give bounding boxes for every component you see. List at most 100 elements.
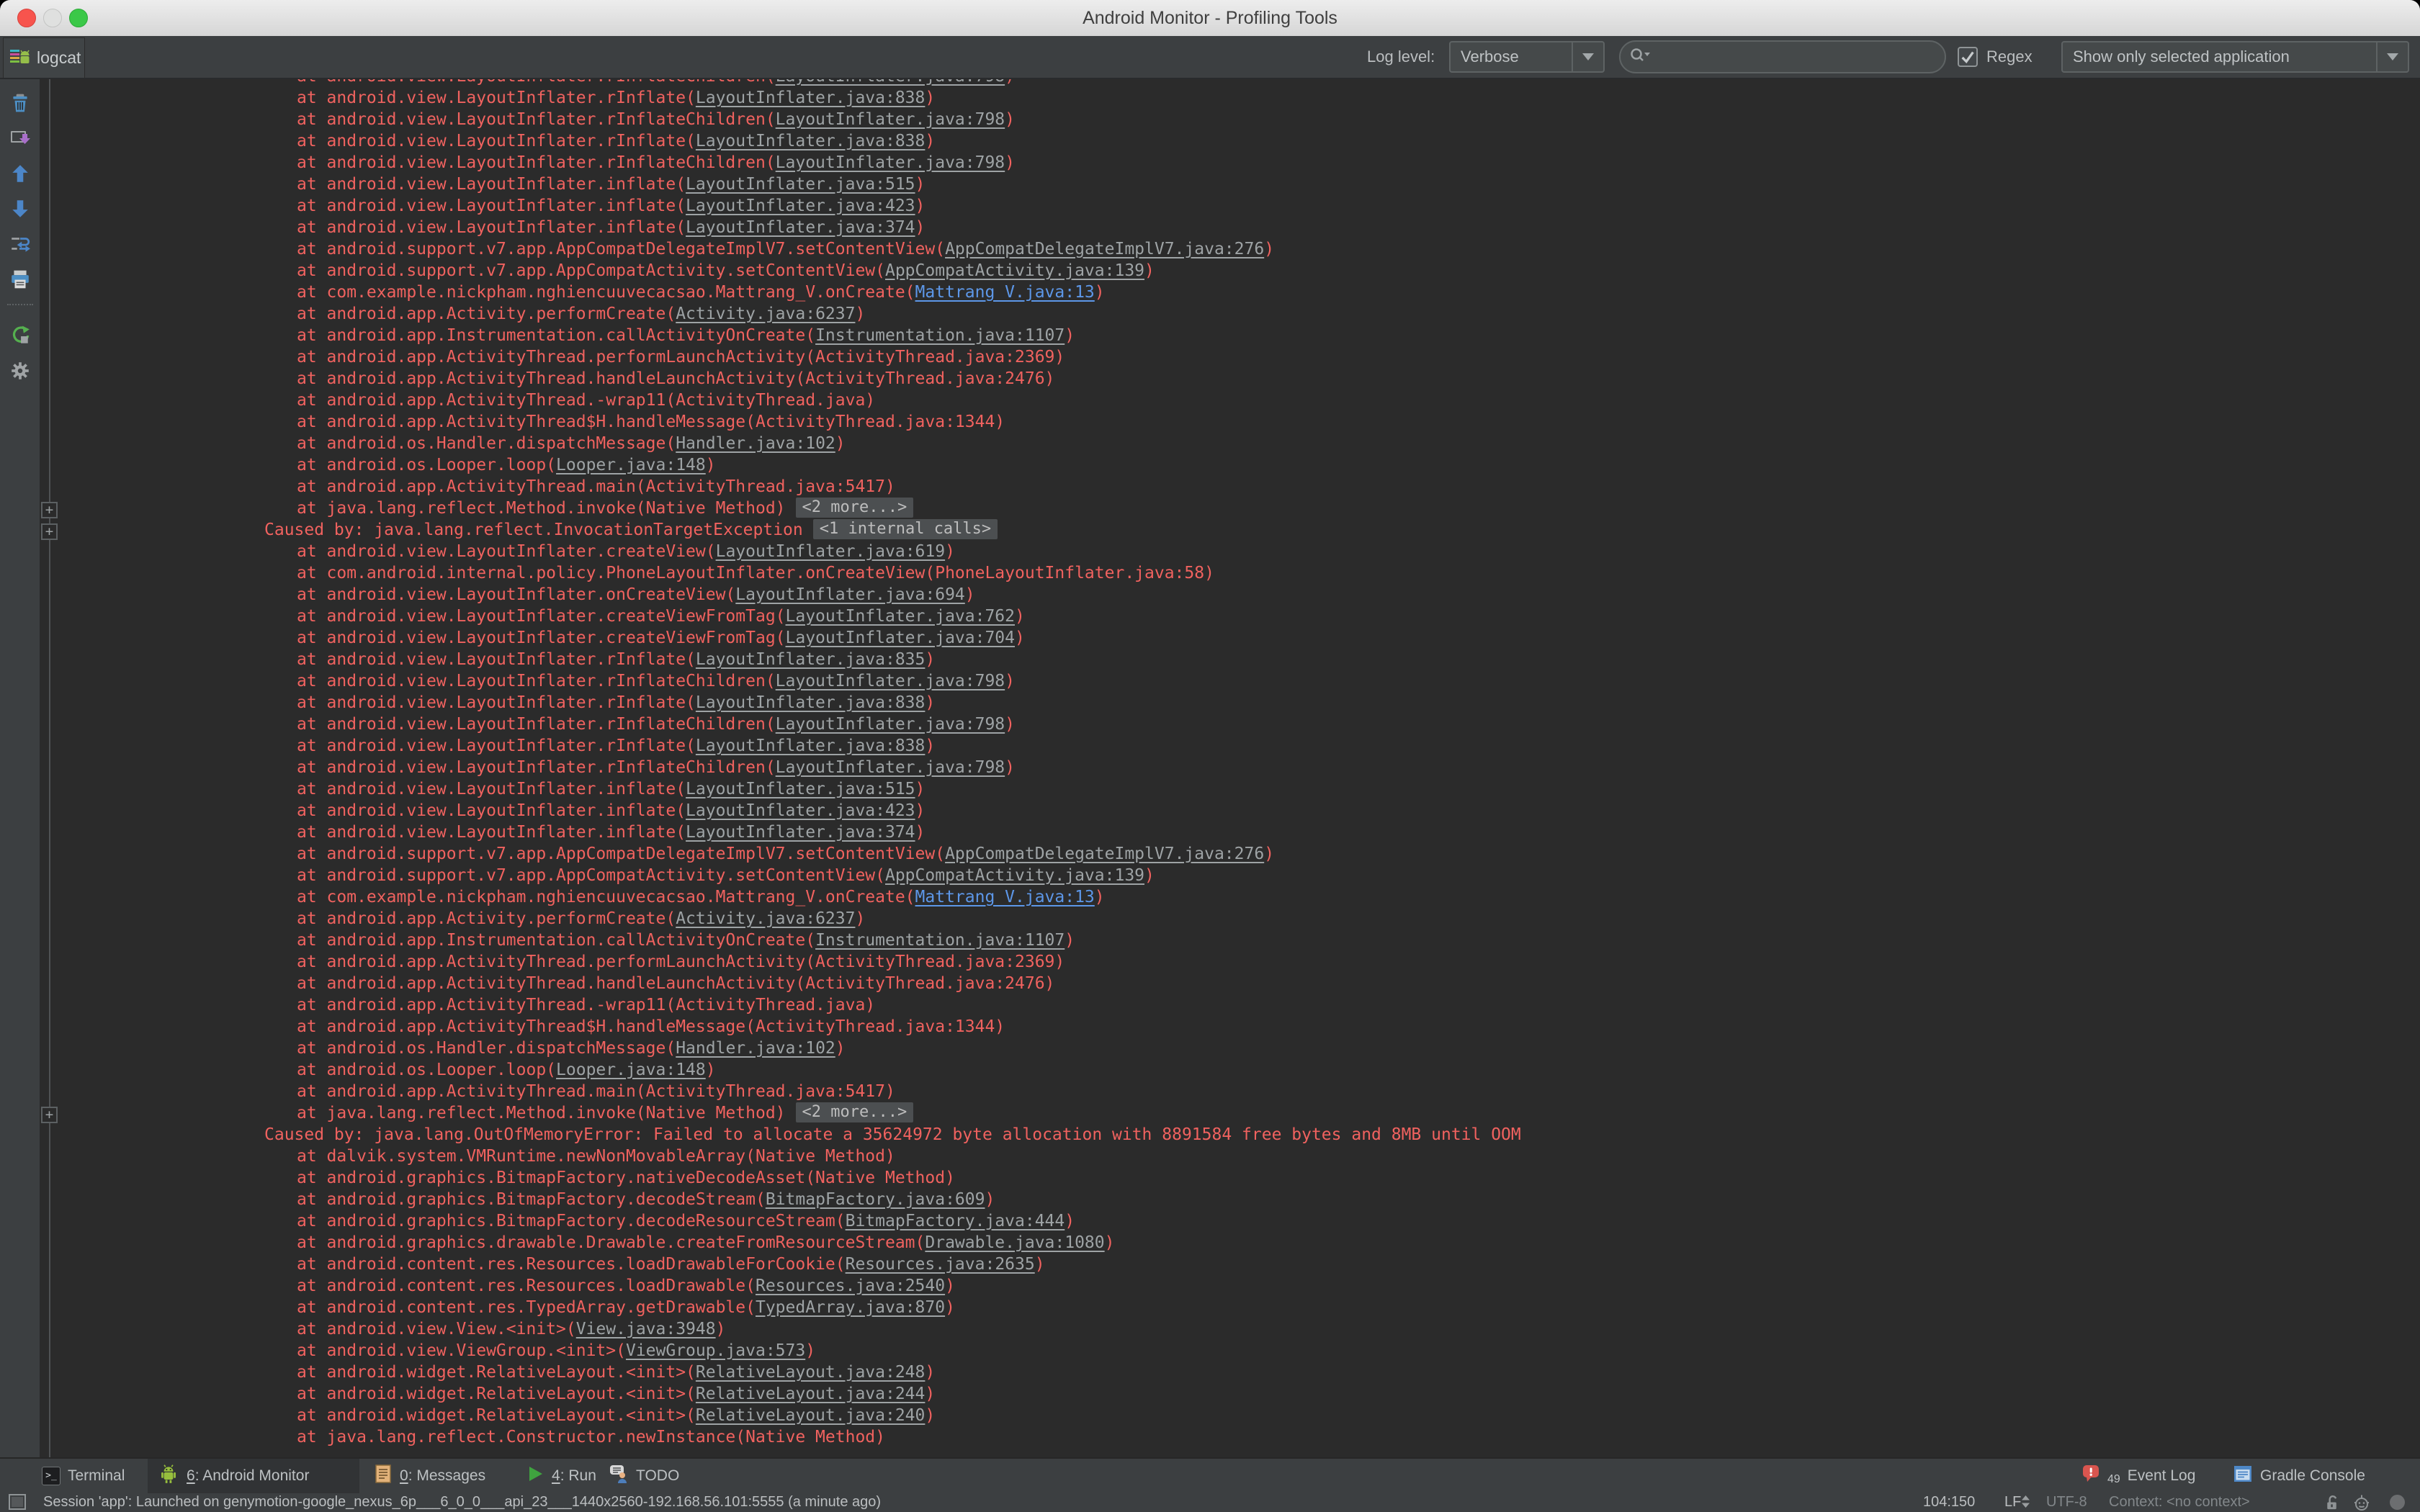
source-link[interactable]: RelativeLayout.java:244 [696, 1385, 926, 1403]
source-link[interactable]: LayoutInflater.java:838 [696, 132, 926, 150]
folded-frames-chip[interactable]: <1 internal calls> [813, 519, 998, 539]
logcat-output-area[interactable]: at android.view.LayoutInflater.rInflateC… [40, 79, 2420, 1457]
clear-logcat-trash-icon[interactable] [8, 91, 32, 115]
lock-open-icon[interactable] [2323, 1494, 2341, 1512]
source-link[interactable]: LayoutInflater.java:835 [696, 650, 926, 669]
logcat-filter-value: Show only selected application [2063, 42, 2376, 71]
folded-frames-chip[interactable]: <2 more...> [796, 498, 914, 518]
source-link[interactable]: Instrumentation.java:1107 [815, 931, 1065, 950]
source-link[interactable]: AppCompatActivity.java:139 [885, 866, 1144, 885]
source-link[interactable]: TypedArray.java:870 [756, 1298, 945, 1317]
fold-expand-marker[interactable]: + [41, 523, 58, 540]
context-indicator[interactable]: Context: <no context> [2109, 1493, 2250, 1512]
source-link[interactable]: Activity.java:6237 [676, 909, 855, 928]
source-link[interactable]: LayoutInflater.java:515 [686, 780, 915, 798]
source-link[interactable]: LayoutInflater.java:798 [776, 672, 1005, 690]
scroll-down-icon[interactable] [8, 197, 32, 221]
source-link[interactable]: Handler.java:102 [676, 1039, 835, 1058]
source-link[interactable]: RelativeLayout.java:248 [696, 1363, 926, 1382]
source-link[interactable]: Resources.java:2540 [756, 1277, 945, 1295]
event-log-label: Event Log [2128, 1467, 2196, 1485]
source-link[interactable]: Looper.java:148 [556, 1061, 706, 1079]
source-link[interactable]: ViewGroup.java:573 [626, 1341, 805, 1360]
source-link[interactable]: Looper.java:148 [556, 456, 706, 474]
source-link[interactable]: View.java:3948 [576, 1320, 716, 1338]
log-level-label: Log level: [1367, 36, 1435, 78]
file-encoding[interactable]: UTF-8 [2046, 1493, 2087, 1512]
source-link[interactable]: LayoutInflater.java:619 [716, 542, 946, 561]
source-link[interactable]: LayoutInflater.java:798 [776, 758, 1005, 777]
source-link[interactable]: AppCompatDelegateImplV7.java:276 [945, 240, 1264, 258]
log-line: at android.support.v7.app.AppCompatDeleg… [40, 238, 2420, 260]
source-link[interactable]: Instrumentation.java:1107 [815, 326, 1065, 345]
source-link[interactable]: LayoutInflater.java:838 [696, 737, 926, 755]
regex-checkbox[interactable] [1958, 47, 1978, 67]
source-link[interactable]: AppCompatDelegateImplV7.java:276 [945, 845, 1264, 863]
source-link-user-code[interactable]: Mattrang_V.java:13 [915, 283, 1095, 302]
source-link-user-code[interactable]: Mattrang_V.java:13 [915, 888, 1095, 906]
caret-position[interactable]: 104:150 [1923, 1493, 1975, 1512]
toolwindow-gradle-console[interactable]: Gradle Console [2223, 1459, 2375, 1493]
search-input[interactable] [1652, 41, 1945, 73]
toolwindow-messages[interactable]: 0: Messages [364, 1459, 496, 1493]
logcat-search-field[interactable] [1619, 40, 1946, 73]
log-line: Caused by: java.lang.OutOfMemoryError: F… [40, 1124, 2420, 1146]
tab-logcat[interactable]: logcat [3, 37, 85, 78]
terminal-icon: >_ [42, 1467, 60, 1485]
fold-expand-marker[interactable]: + [41, 1107, 58, 1123]
source-link[interactable]: AppCompatActivity.java:139 [885, 261, 1144, 280]
source-link[interactable]: LayoutInflater.java:374 [686, 218, 915, 237]
search-icon [1629, 47, 1652, 68]
print-icon[interactable] [8, 267, 32, 292]
toolwindow-run[interactable]: 4: Run [516, 1459, 606, 1493]
source-link[interactable]: BitmapFactory.java:444 [846, 1212, 1065, 1230]
source-link[interactable]: LayoutInflater.java:798 [776, 79, 1005, 86]
chevron-down-icon [2376, 42, 2408, 71]
memory-indicator-circle[interactable] [2390, 1495, 2405, 1510]
source-link[interactable]: LayoutInflater.java:838 [696, 693, 926, 712]
screen-capture-icon[interactable] [8, 126, 32, 150]
source-link[interactable]: Resources.java:2635 [846, 1255, 1035, 1274]
hector-inspector-icon[interactable] [2352, 1494, 2371, 1512]
line-separator-selector[interactable]: LF [2004, 1493, 2030, 1512]
android-icon [158, 1463, 179, 1489]
source-link[interactable]: LayoutInflater.java:515 [686, 175, 915, 194]
todo-icon [609, 1464, 629, 1488]
source-link[interactable]: LayoutInflater.java:423 [686, 801, 915, 820]
source-link[interactable]: Activity.java:6237 [676, 305, 855, 323]
toolwindow-todo[interactable]: TODO [599, 1459, 689, 1493]
source-link[interactable]: LayoutInflater.java:704 [786, 629, 1016, 647]
source-link[interactable]: LayoutInflater.java:798 [776, 715, 1005, 734]
log-line: at android.view.LayoutInflater.rInflateC… [40, 152, 2420, 174]
source-link[interactable]: LayoutInflater.java:694 [735, 585, 965, 604]
source-link[interactable]: Drawable.java:1080 [925, 1233, 1104, 1252]
source-link[interactable]: BitmapFactory.java:609 [766, 1190, 985, 1209]
toolwindow-event-log[interactable]: 49 Event Log [2071, 1459, 2205, 1493]
source-link[interactable]: LayoutInflater.java:423 [686, 197, 915, 215]
toggle-toolwindows-icon[interactable] [9, 1494, 26, 1510]
logcat-toolbar: logcat Log level: Verbose Regex S [0, 36, 2420, 79]
tab-logcat-label: logcat [37, 48, 81, 68]
toolwindow-terminal[interactable]: >_ Terminal [32, 1459, 135, 1493]
toolwindow-android-monitor[interactable]: 6: Android Monitor [148, 1459, 359, 1493]
source-link[interactable]: LayoutInflater.java:798 [776, 153, 1005, 172]
updown-arrows-icon [2021, 1494, 2030, 1510]
source-link[interactable]: LayoutInflater.java:374 [686, 823, 915, 842]
source-link[interactable]: LayoutInflater.java:798 [776, 110, 1005, 129]
log-line: at android.app.ActivityThread.handleLaun… [40, 973, 2420, 994]
restart-logcat-icon[interactable] [8, 323, 32, 348]
source-link[interactable]: Handler.java:102 [676, 434, 835, 453]
fold-expand-marker[interactable]: + [41, 502, 58, 518]
log-level-value: Verbose [1451, 42, 1572, 71]
log-line: at android.view.LayoutInflater.rInflate(… [40, 649, 2420, 670]
scroll-up-icon[interactable] [8, 161, 32, 186]
source-link[interactable]: RelativeLayout.java:240 [696, 1406, 926, 1425]
settings-gear-icon[interactable] [8, 359, 32, 383]
source-link[interactable]: LayoutInflater.java:762 [786, 607, 1016, 626]
folded-frames-chip[interactable]: <2 more...> [796, 1102, 914, 1122]
logcat-filter-select[interactable]: Show only selected application [2061, 41, 2409, 73]
log-line: at android.widget.RelativeLayout.<init>(… [40, 1405, 2420, 1426]
wrap-lines-icon[interactable] [8, 232, 32, 256]
source-link[interactable]: LayoutInflater.java:838 [696, 89, 926, 107]
log-level-select[interactable]: Verbose [1449, 41, 1605, 73]
